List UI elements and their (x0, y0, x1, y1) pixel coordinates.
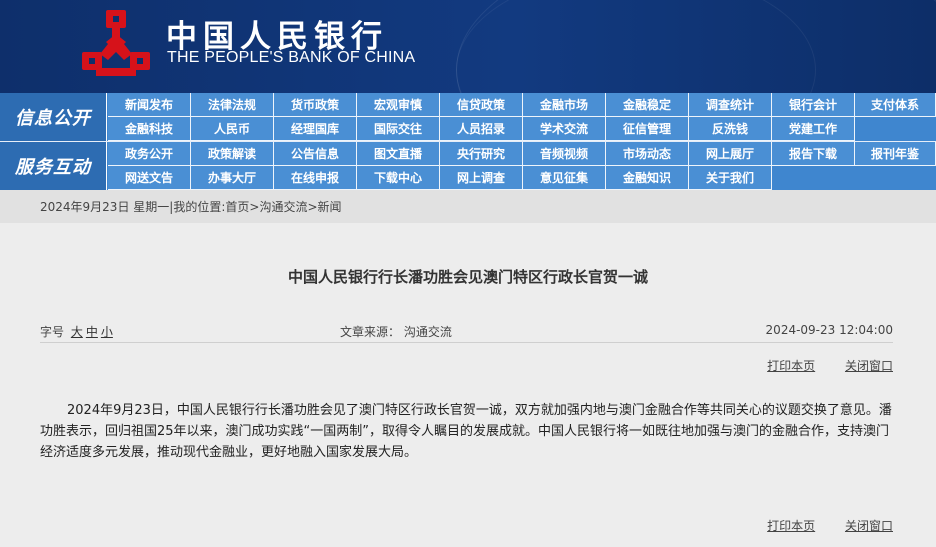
article-source: 文章来源： 沟通交流 (340, 325, 452, 339)
nav-section-label: 服务互动 (0, 142, 107, 190)
nav-item-link[interactable]: 网送文告 (108, 166, 191, 190)
nav-item-link[interactable]: 报刊年鉴 (855, 142, 936, 166)
font-size-label: 字号 (40, 325, 65, 339)
main-navigation: 信息公开 新闻发布 法律法规 货币政策 宏观审慎 信贷政策 金融市场 金融稳定 调查统计 银行会… (0, 93, 936, 190)
nav-item-link[interactable]: 人员招录 (440, 117, 523, 141)
nav-item-link[interactable]: 市场动态 (606, 142, 689, 166)
nav-item-grid: 新闻发布 法律法规 货币政策 宏观审慎 信贷政策 金融市场 金融稳定 调查统计 银行会计 支付体系… (108, 93, 936, 141)
nav-item-link[interactable]: 征信管理 (606, 117, 689, 141)
nav-item-link[interactable]: 新闻发布 (108, 93, 191, 117)
nav-item-link[interactable]: 经理国库 (274, 117, 357, 141)
logo-english-name: THE PEOPLE'S BANK OF CHINA (167, 49, 416, 66)
nav-item-grid: 政务公开 政策解读 公告信息 图文直播 央行研究 音频视频 市场动态 网上展厅 报告下载 报刊年鉴… (108, 142, 936, 190)
close-window-link[interactable]: 关闭窗口 (845, 519, 893, 533)
nav-item-link[interactable]: 金融稳定 (606, 93, 689, 117)
nav-item-link[interactable]: 政务公开 (108, 142, 191, 166)
breadcrumb-arrow: > (249, 199, 260, 214)
current-weekday: 星期一 (133, 200, 170, 214)
nav-item-link[interactable]: 图文直播 (357, 142, 440, 166)
font-large-link[interactable]: 大 (71, 325, 83, 339)
nav-item-link[interactable]: 人民币 (191, 117, 274, 141)
nav-item-link[interactable]: 调查统计 (689, 93, 772, 117)
breadcrumb-label: 我的位置: (173, 200, 226, 214)
nav-item-link[interactable]: 央行研究 (440, 142, 523, 166)
breadcrumb-level2-link[interactable]: 新闻 (318, 198, 342, 215)
nav-item-link[interactable]: 金融知识 (606, 166, 689, 190)
nav-item-link[interactable]: 音频视频 (523, 142, 606, 166)
article-title: 中国人民银行行长潘功胜会见澳门特区行政长官贺一诚 (287, 268, 648, 286)
nav-item-link[interactable]: 网上展厅 (689, 142, 772, 166)
article-meta: 字号 大中小 文章来源： 沟通交流 2024-09-23 12:04:00 (40, 321, 893, 343)
nav-item-link[interactable]: 信贷政策 (440, 93, 523, 117)
site-header: 中国人民银行 THE PEOPLE'S BANK OF CHINA (0, 0, 936, 93)
nav-item-link[interactable]: 公告信息 (274, 142, 357, 166)
article-body: 2024年9月23日，中国人民银行行长潘功胜会见了澳门特区行政长官贺一诚，双方就… (40, 403, 892, 460)
nav-item-link[interactable]: 办事大厅 (191, 166, 274, 190)
nav-item-link[interactable]: 下载中心 (357, 166, 440, 190)
nav-section-service: 服务互动 政务公开 政策解读 公告信息 图文直播 央行研究 音频视频 市场动态 网上展厅 报告下… (0, 142, 936, 190)
breadcrumb-home-link[interactable]: 首页 (225, 198, 249, 215)
nav-item-link[interactable]: 报告下载 (772, 142, 855, 166)
font-size-controls: 字号 大中小 (40, 323, 113, 340)
nav-item-link[interactable]: 金融市场 (523, 93, 606, 117)
nav-item-link[interactable]: 在线申报 (274, 166, 357, 190)
nav-item-link[interactable]: 政策解读 (191, 142, 274, 166)
nav-item-link[interactable]: 意见征集 (523, 166, 606, 190)
breadcrumb-arrow: > (307, 199, 318, 214)
header-decoration (456, 0, 816, 93)
nav-item-link[interactable]: 国际交往 (357, 117, 440, 141)
breadcrumb-level1-link[interactable]: 沟通交流 (259, 198, 307, 215)
nav-item-link[interactable]: 支付体系 (855, 93, 936, 117)
close-window-link[interactable]: 关闭窗口 (845, 359, 893, 373)
nav-item-link[interactable]: 党建工作 (772, 117, 855, 141)
nav-item-link[interactable]: 宏观审慎 (357, 93, 440, 117)
nav-item-link[interactable]: 货币政策 (274, 93, 357, 117)
article-actions-top: 打印本页 关闭窗口 (741, 357, 893, 374)
article-datetime: 2024-09-23 12:04:00 (765, 323, 893, 337)
article-actions-bottom: 打印本页 关闭窗口 (741, 517, 893, 534)
print-page-link[interactable]: 打印本页 (767, 359, 815, 373)
pboc-logo-icon[interactable] (78, 8, 154, 80)
nav-item-link[interactable]: 金融科技 (108, 117, 191, 141)
current-date: 2024年9月23日 (40, 200, 130, 214)
nav-section-info: 信息公开 新闻发布 法律法规 货币政策 宏观审慎 信贷政策 金融市场 金融稳定 调查统计 银行会… (0, 93, 936, 141)
nav-item-link[interactable]: 银行会计 (772, 93, 855, 117)
nav-item-link[interactable]: 关于我们 (689, 166, 772, 190)
nav-item-link[interactable]: 法律法规 (191, 93, 274, 117)
nav-section-label: 信息公开 (0, 93, 107, 141)
nav-item-link[interactable]: 反洗钱 (689, 117, 772, 141)
breadcrumb: 2024年9月23日 星期一 | 我的位置: 首页 > 沟通交流 > 新闻 (0, 190, 936, 223)
nav-item-link[interactable]: 网上调查 (440, 166, 523, 190)
print-page-link[interactable]: 打印本页 (767, 519, 815, 533)
font-medium-link[interactable]: 中 (86, 325, 98, 339)
font-small-link[interactable]: 小 (101, 325, 113, 339)
nav-item-link[interactable]: 学术交流 (523, 117, 606, 141)
